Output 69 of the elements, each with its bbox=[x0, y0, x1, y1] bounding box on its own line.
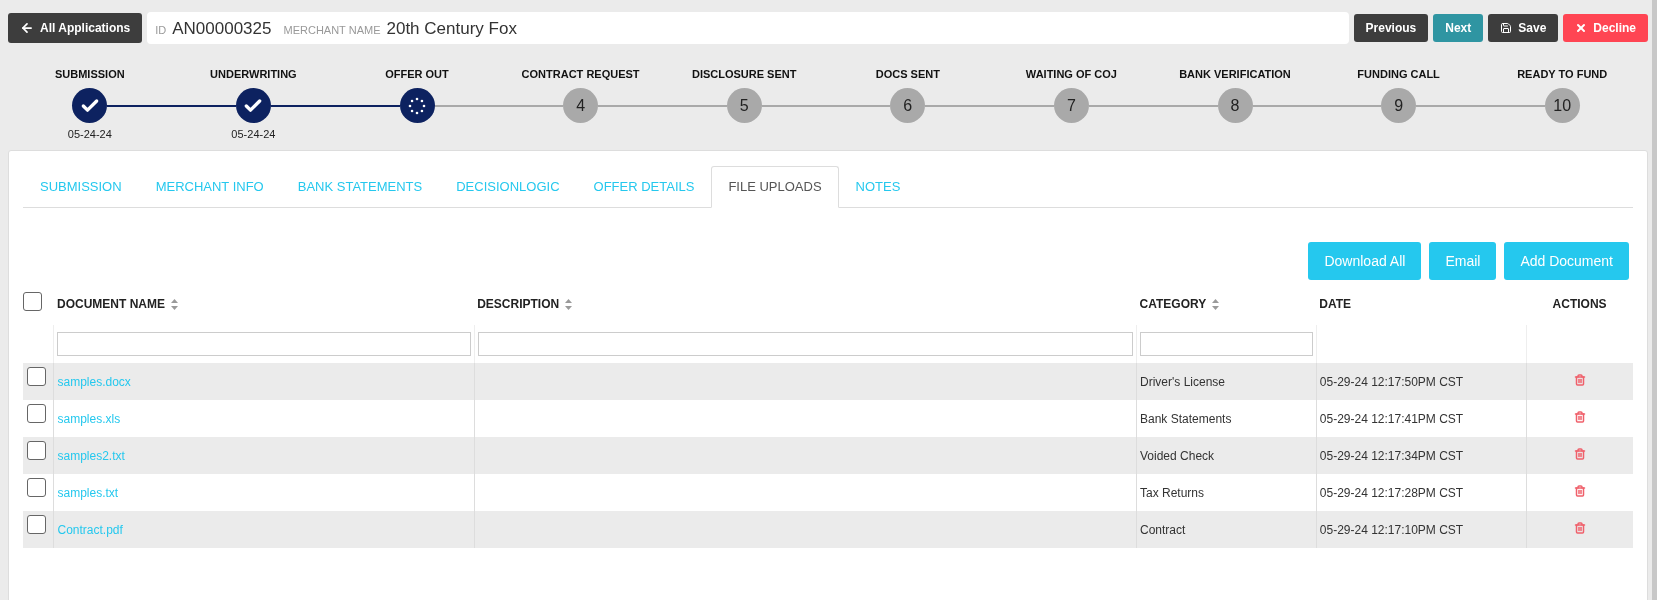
decline-button[interactable]: Decline bbox=[1563, 14, 1648, 42]
sort-icon bbox=[170, 298, 178, 310]
sort-icon bbox=[565, 298, 573, 310]
date-text: 05-29-24 12:17:50PM CST bbox=[1319, 374, 1464, 389]
checkbox[interactable] bbox=[27, 478, 46, 497]
merchant-name-label: MERCHANT NAME bbox=[283, 23, 381, 38]
step-label: CONTRACT REQUEST bbox=[521, 67, 640, 82]
step-label: OFFER OUT bbox=[385, 67, 449, 82]
category-text: Driver's License bbox=[1140, 374, 1225, 389]
previous-button[interactable]: Previous bbox=[1353, 14, 1429, 42]
date-text: 05-29-24 12:17:41PM CST bbox=[1319, 411, 1464, 426]
tab[interactable]: NOTES bbox=[838, 166, 918, 208]
filter-field[interactable] bbox=[57, 332, 471, 356]
step-label: READY TO FUND bbox=[1517, 67, 1608, 82]
category-text: Tax Returns bbox=[1140, 485, 1205, 500]
merchant-name-value: 20th Century Fox bbox=[386, 18, 517, 40]
id-label: ID bbox=[155, 23, 167, 38]
step-label: FUNDING CALL bbox=[1357, 67, 1440, 82]
checkbox[interactable] bbox=[27, 441, 46, 460]
column-header[interactable]: DOCUMENT NAME bbox=[56, 295, 165, 313]
action-button[interactable]: Download All bbox=[1308, 242, 1422, 280]
step-label: WAITING OF COJ bbox=[1025, 67, 1117, 82]
delete-icon[interactable] bbox=[1573, 521, 1586, 534]
tab[interactable]: MERCHANT INFO bbox=[138, 166, 281, 208]
checkbox[interactable] bbox=[27, 404, 46, 423]
action-button[interactable]: Email bbox=[1429, 242, 1497, 280]
column-header[interactable]: DESCRIPTION bbox=[477, 295, 560, 313]
document-link[interactable]: Contract.pdf bbox=[57, 522, 123, 537]
close-icon bbox=[1575, 22, 1588, 34]
delete-icon[interactable] bbox=[1573, 484, 1586, 497]
column-header: ACTIONS bbox=[1552, 296, 1607, 313]
document-link[interactable]: samples.txt bbox=[57, 485, 119, 500]
checkbox[interactable] bbox=[23, 292, 42, 311]
document-link[interactable]: samples.xls bbox=[57, 411, 121, 426]
back-button[interactable]: All Applications bbox=[8, 13, 143, 43]
checkbox[interactable] bbox=[27, 515, 46, 534]
document-link[interactable]: samples.docx bbox=[57, 374, 131, 389]
step-date: 05-24-24 bbox=[231, 127, 276, 142]
id-value: AN00000325 bbox=[172, 18, 272, 40]
step-label: BANK VERIFICATION bbox=[1179, 67, 1291, 82]
sort-icon bbox=[1212, 298, 1220, 310]
action-button[interactable]: Add Document bbox=[1504, 242, 1629, 280]
tab[interactable]: BANK STATEMENTS bbox=[280, 166, 440, 208]
category-text: Contract bbox=[1140, 522, 1186, 537]
checkbox[interactable] bbox=[27, 367, 46, 386]
step-label: UNDERWRITING bbox=[210, 67, 297, 82]
filter-field[interactable] bbox=[1140, 332, 1313, 356]
save-button[interactable]: Save bbox=[1488, 14, 1559, 42]
date-text: 05-29-24 12:17:34PM CST bbox=[1319, 448, 1464, 463]
column-header: DATE bbox=[1319, 296, 1352, 313]
next-button[interactable]: Next bbox=[1433, 14, 1484, 42]
tab[interactable]: OFFER DETAILS bbox=[576, 166, 712, 208]
delete-icon[interactable] bbox=[1573, 373, 1586, 386]
tab[interactable]: SUBMISSION bbox=[23, 166, 139, 208]
filter-field[interactable] bbox=[477, 332, 1133, 356]
date-text: 05-29-24 12:17:28PM CST bbox=[1319, 485, 1464, 500]
category-text: Voided Check bbox=[1140, 448, 1215, 463]
category-text: Bank Statements bbox=[1140, 411, 1232, 426]
step-label: DISCLOSURE SENT bbox=[691, 67, 797, 82]
delete-icon[interactable] bbox=[1573, 447, 1586, 460]
step-label: SUBMISSION bbox=[54, 67, 125, 82]
date-text: 05-29-24 12:17:10PM CST bbox=[1319, 522, 1464, 537]
tab[interactable]: DECISIONLOGIC bbox=[439, 166, 577, 208]
step-date: 05-24-24 bbox=[67, 127, 112, 142]
tab[interactable]: FILE UPLOADS bbox=[711, 166, 839, 208]
delete-icon[interactable] bbox=[1573, 410, 1586, 423]
column-header[interactable]: CATEGORY bbox=[1139, 295, 1207, 313]
document-link[interactable]: samples2.txt bbox=[57, 448, 125, 463]
step-label: DOCS SENT bbox=[875, 67, 940, 82]
